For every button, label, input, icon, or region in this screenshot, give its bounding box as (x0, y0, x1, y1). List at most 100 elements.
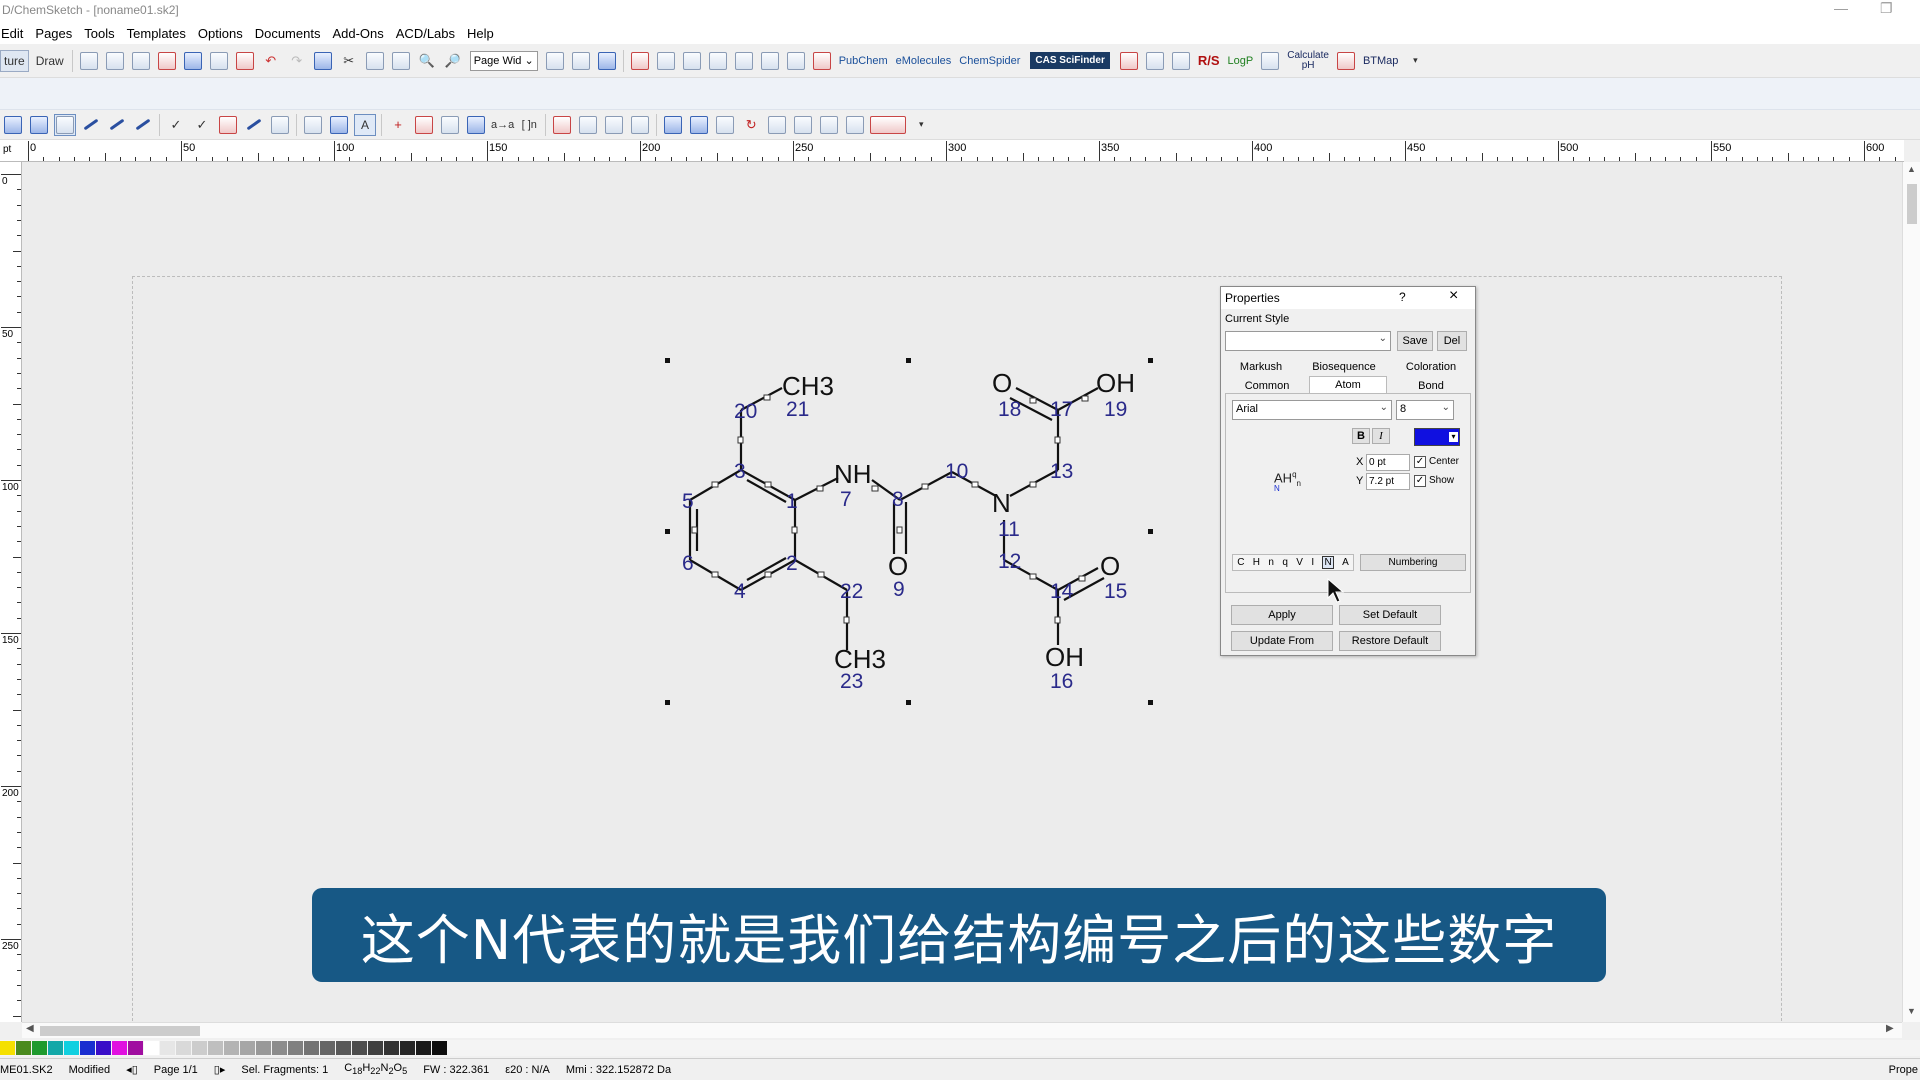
ring-tool-icon[interactable] (302, 114, 324, 136)
structure-mode-tab[interactable]: ture (0, 49, 29, 72)
toolbar-overflow-icon[interactable]: ▾ (1404, 50, 1426, 72)
3d-viewer-icon[interactable] (596, 50, 618, 72)
flag-n-lower[interactable]: n (1268, 557, 1274, 568)
tautomer-icon[interactable] (785, 50, 807, 72)
check-all-icon[interactable]: ✓ (191, 114, 213, 136)
menu-tools[interactable]: Tools (78, 26, 120, 41)
flag-i[interactable]: I (1311, 557, 1314, 568)
italic-button[interactable]: I (1372, 428, 1390, 444)
rotate-bond-icon[interactable] (629, 114, 651, 136)
clean-structure-icon[interactable] (707, 50, 729, 72)
color-swatch[interactable] (416, 1041, 431, 1055)
vertical-scrollbar[interactable]: ▲ ▼ (1902, 162, 1920, 1022)
orbital-icon[interactable] (328, 114, 350, 136)
reaction-icon[interactable] (1118, 50, 1140, 72)
y-offset-input[interactable] (1366, 473, 1410, 490)
wavy-bond-icon[interactable] (132, 114, 154, 136)
apply-button[interactable]: Apply (1231, 605, 1333, 625)
set-default-button[interactable]: Set Default (1339, 605, 1441, 625)
3d-optimize-icon[interactable] (733, 50, 755, 72)
new-page-icon[interactable] (78, 50, 100, 72)
lasso-icon[interactable] (28, 114, 50, 136)
help-icon[interactable]: ? (1399, 290, 1406, 304)
pubchem-link[interactable]: PubChem (839, 55, 888, 67)
toolbar-overflow-icon[interactable]: ▾ (910, 114, 932, 136)
color-swatch[interactable] (432, 1041, 447, 1055)
center-checkbox[interactable]: ✓ (1414, 456, 1426, 468)
color-swatch[interactable] (288, 1041, 303, 1055)
dimension-icon[interactable] (792, 114, 814, 136)
tab-atom[interactable]: Atom (1309, 376, 1387, 393)
color-swatch[interactable] (176, 1041, 191, 1055)
paste-icon[interactable] (390, 50, 412, 72)
color-swatch[interactable] (352, 1041, 367, 1055)
flag-a[interactable]: A (1342, 557, 1349, 568)
scroll-thumb[interactable] (40, 1026, 200, 1036)
pdf-icon[interactable] (234, 50, 256, 72)
color-swatch[interactable] (80, 1041, 95, 1055)
color-swatch[interactable] (336, 1041, 351, 1055)
restore-default-button[interactable]: Restore Default (1339, 631, 1441, 651)
color-swatch[interactable] (32, 1041, 47, 1055)
color-swatch[interactable] (160, 1041, 175, 1055)
close-icon[interactable]: × (1449, 287, 1458, 305)
tab-markush[interactable]: Markush (1225, 359, 1297, 376)
radical-icon[interactable] (439, 114, 461, 136)
insert-object-icon[interactable] (544, 50, 566, 72)
calculate-icon[interactable] (1259, 50, 1281, 72)
undo-icon[interactable]: ↶ (260, 50, 282, 72)
update-from-button[interactable]: Update From (1231, 631, 1333, 651)
color-swatch[interactable] (240, 1041, 255, 1055)
flag-v[interactable]: V (1296, 557, 1303, 568)
fragment-icon[interactable] (818, 114, 840, 136)
logp-button[interactable]: LogP (1228, 55, 1254, 67)
scroll-down-icon[interactable]: ▼ (1907, 1006, 1916, 1016)
move-right-icon[interactable] (688, 114, 710, 136)
eraser-icon[interactable] (312, 50, 334, 72)
group-icon[interactable] (714, 114, 736, 136)
status-properties[interactable]: Prope (1889, 1064, 1918, 1076)
menu-add-ons[interactable]: Add-Ons (326, 26, 389, 41)
tab-biosequence[interactable]: Biosequence (1301, 359, 1387, 376)
cut-icon[interactable]: ✂ (338, 50, 360, 72)
color-swatch[interactable] (224, 1041, 239, 1055)
current-style-select[interactable]: ⌄ (1225, 331, 1391, 351)
scroll-up-icon[interactable]: ▲ (1907, 164, 1916, 174)
page-left-icon[interactable]: ◂▯ (126, 1063, 138, 1076)
check-tool-icon[interactable]: ✓ (165, 114, 187, 136)
show-checkbox[interactable]: ✓ (1414, 475, 1426, 487)
menu-edit[interactable]: Edit (0, 26, 29, 41)
stereo-bond-icon[interactable] (217, 114, 239, 136)
clean-icon[interactable] (551, 114, 573, 136)
print-icon[interactable] (208, 50, 230, 72)
color-picker[interactable]: ▾ (1414, 428, 1460, 446)
fragments-icon[interactable] (1144, 50, 1166, 72)
color-swatch[interactable] (256, 1041, 271, 1055)
open-folder-icon[interactable] (156, 50, 178, 72)
restore-icon[interactable]: ❐ (1880, 0, 1893, 17)
menu-help[interactable]: Help (461, 26, 500, 41)
menu-documents[interactable]: Documents (249, 26, 327, 41)
color-swatch[interactable] (96, 1041, 111, 1055)
color-swatch[interactable] (320, 1041, 335, 1055)
color-swatch[interactable] (368, 1041, 383, 1055)
move-left-icon[interactable] (662, 114, 684, 136)
eraser-bond-icon[interactable] (269, 114, 291, 136)
select-tool-icon[interactable] (54, 113, 76, 136)
search-structure-icon[interactable] (681, 50, 703, 72)
btmap-button[interactable]: BTMap (1363, 55, 1398, 67)
color-swatch[interactable] (16, 1041, 31, 1055)
scroll-thumb[interactable] (1907, 184, 1917, 224)
brackets-icon[interactable]: [ ]n (518, 114, 540, 136)
zoom-select[interactable]: Page Wid ⌄ (469, 50, 538, 71)
delete-style-button[interactable]: Del (1437, 331, 1467, 351)
menu-options[interactable]: Options (192, 26, 249, 41)
align-icon[interactable] (766, 114, 788, 136)
color-swatch[interactable] (128, 1041, 143, 1055)
minimize-icon[interactable]: — (1834, 0, 1848, 16)
tab-coloration[interactable]: Coloration (1391, 359, 1471, 376)
color-swatch[interactable] (0, 1041, 15, 1055)
copy-icon[interactable] (364, 50, 386, 72)
biology-icon[interactable] (1335, 50, 1357, 72)
menu-pages[interactable]: Pages (29, 26, 78, 41)
